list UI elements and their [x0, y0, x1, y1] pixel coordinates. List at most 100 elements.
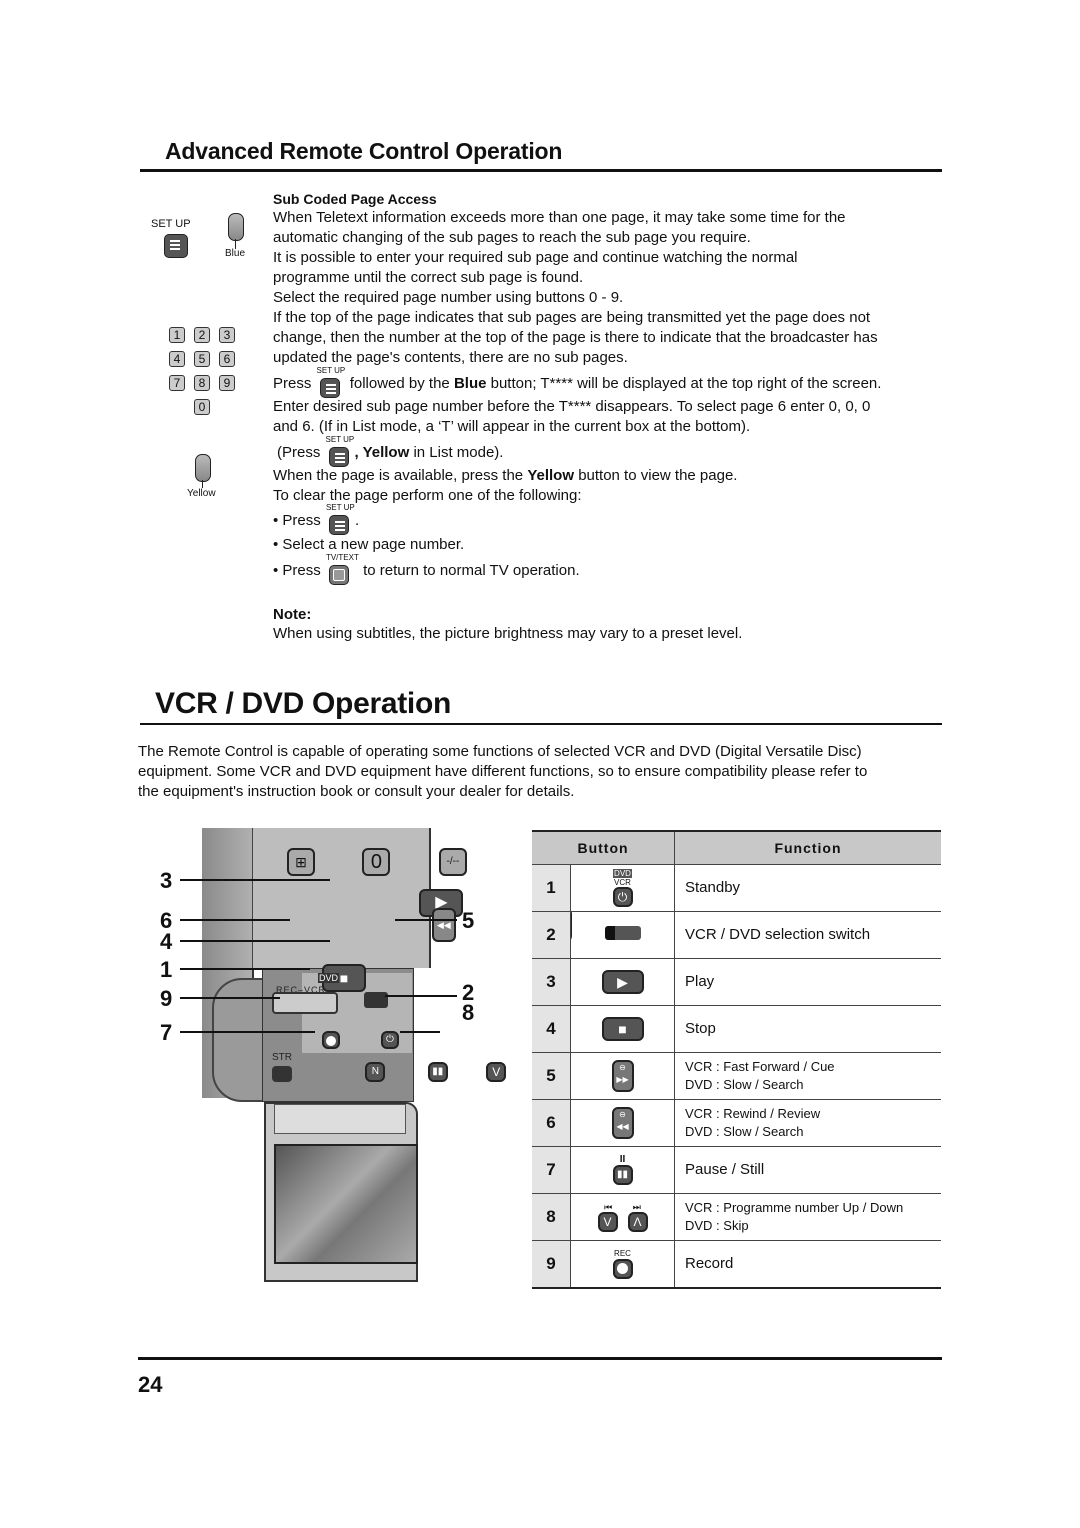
- table-row: 7 II ▮▮ Pause / Still: [532, 1146, 941, 1194]
- press-setup-line: Press SET UP followed by the Blue button…: [273, 366, 881, 399]
- intro-line: equipment. Some VCR and DVD equipment ha…: [138, 763, 868, 780]
- table-row: 1 DVD VCR ⏻ Standby: [532, 864, 941, 912]
- remote-standby-button: ⏻: [380, 1031, 399, 1049]
- numkey-9: 9: [219, 375, 235, 391]
- para-line: It is possible to enter your required su…: [273, 249, 798, 266]
- function-line: DVD : Slow / Search: [685, 1077, 804, 1092]
- bullet-item: • Press SET UP.: [273, 503, 360, 536]
- yellow-bold: Yellow: [527, 467, 575, 484]
- numkey-4: 4: [169, 351, 185, 367]
- str-label: STR: [272, 1052, 292, 1063]
- callout-line: [180, 879, 330, 881]
- callout-line: [395, 919, 457, 921]
- bullet-item: • Press TV/TEXT to return to normal TV o…: [273, 553, 580, 586]
- function-text: Play: [674, 958, 941, 1006]
- table-row: 8 ⏮ ⏭ VΛ VCR : Programme number Up / Dow…: [532, 1193, 941, 1241]
- callout-8: 8: [462, 1000, 475, 1025]
- text: • Press: [273, 562, 321, 579]
- text: When the page is available, press the: [273, 467, 524, 484]
- setup-button-icon: [328, 447, 349, 468]
- subheading: Sub Coded Page Access: [273, 191, 437, 207]
- section-title-vcr-dvd: VCR / DVD Operation: [155, 687, 451, 720]
- record-icon: REC: [570, 1240, 675, 1289]
- blue-button-icon: [228, 213, 244, 241]
- function-text: VCR : Rewind / Review DVD : Slow / Search: [674, 1099, 941, 1147]
- numkey-5: 5: [194, 351, 210, 367]
- remote-pause-button: ▮▮: [427, 1062, 448, 1082]
- yellow-bold: , Yellow: [354, 444, 410, 461]
- list-mode-line: (Press SET UP, Yellow in List mode).: [277, 435, 504, 468]
- text: in List mode).: [413, 444, 504, 461]
- setup-button-icon: [328, 515, 349, 536]
- row-number: 5: [532, 1052, 571, 1100]
- remote-record-button: [322, 1031, 341, 1049]
- remote-rewind-button: ◀◀: [431, 908, 456, 942]
- callout-7: 7: [160, 1020, 173, 1045]
- skip-icon: ⏮ ⏭ VΛ: [570, 1193, 675, 1241]
- function-text: Stop: [674, 1005, 941, 1053]
- callout-line: [400, 1031, 440, 1033]
- numkey-8: 8: [194, 375, 210, 391]
- row-number: 9: [532, 1240, 571, 1289]
- remote-illustration: ⊞ 0 -/-- ▶ ◀◀ ▶▶ ■ REC–VCR DVD ⏻ N ▮▮ V …: [202, 828, 573, 1282]
- row-number: 3: [532, 958, 571, 1006]
- page-number: 24: [138, 1372, 163, 1397]
- remote-hinge: [274, 1104, 406, 1134]
- numkey-0: 0: [194, 399, 210, 415]
- selection-switch-icon: [570, 911, 675, 959]
- table-row: 3 ▶ Play: [532, 958, 941, 1006]
- setup-button-icon: [164, 234, 188, 258]
- callout-5: 5: [462, 908, 475, 933]
- text: Press: [273, 375, 312, 392]
- function-line: VCR : Rewind / Review: [685, 1106, 821, 1121]
- para-line: When Teletext information exceeds more t…: [273, 209, 846, 226]
- zero-button: 0: [362, 848, 391, 876]
- para-line: change, then the number at the top of th…: [273, 329, 878, 346]
- remote-down-button: V: [486, 1062, 507, 1082]
- callout-line: [180, 968, 310, 970]
- callout-line: [180, 919, 290, 921]
- callout-line: [180, 997, 280, 999]
- tvtext-inline: TV/TEXT: [326, 553, 359, 586]
- callout-line: [180, 1031, 315, 1033]
- callout-line: [385, 995, 457, 997]
- play-icon: ▶: [570, 958, 675, 1006]
- yellow-button-icon: [195, 454, 211, 482]
- row-number: 7: [532, 1146, 571, 1194]
- bullet-item: • Select a new page number.: [273, 536, 465, 553]
- callout-3: 3: [160, 868, 173, 893]
- remote-str-button: [272, 1066, 292, 1082]
- row-number: 1: [532, 864, 571, 912]
- table-row: 4 ■ Stop: [532, 1005, 941, 1053]
- tvtext-button-icon: [328, 565, 349, 586]
- para-line: If the top of the page indicates that su…: [273, 309, 871, 326]
- numkey-7: 7: [169, 375, 185, 391]
- fast-forward-icon: ⊖ ▶▶: [570, 1052, 675, 1100]
- dash-button: -/--: [438, 848, 467, 876]
- setup-button-icon: [319, 378, 340, 399]
- pause-icon: II ▮▮: [570, 1146, 675, 1194]
- text: (Press: [277, 444, 321, 461]
- enter-line: Enter desired sub page number before the…: [273, 398, 871, 415]
- text: .: [354, 512, 360, 529]
- pause-label: II: [619, 1154, 626, 1165]
- table-row: 5 ⊖ ▶▶ VCR : Fast Forward / Cue DVD : Slow…: [532, 1052, 941, 1100]
- text: to return to normal TV operation.: [363, 562, 580, 579]
- function-line: VCR : Programme number Up / Down: [685, 1200, 904, 1215]
- function-text: Standby: [674, 864, 941, 912]
- para-line: programme until the correct sub page is …: [273, 269, 584, 286]
- para-line: Select the required page number using bu…: [273, 289, 624, 306]
- para-line: automatic changing of the sub pages to r…: [273, 229, 751, 246]
- rewind-icon: ⊖ ◀◀: [570, 1099, 675, 1147]
- title-rule: [140, 169, 942, 172]
- row-number: 4: [532, 1005, 571, 1053]
- screen-plus-button: ⊞: [287, 848, 315, 876]
- function-text: VCR : Fast Forward / Cue DVD : Slow / Sea…: [674, 1052, 941, 1100]
- table-row: 9 REC Record: [532, 1240, 941, 1289]
- setup-label: SET UP: [151, 218, 191, 230]
- rec-label: REC: [614, 1249, 631, 1258]
- numkey-6: 6: [219, 351, 235, 367]
- numkey-3: 3: [219, 327, 235, 343]
- header-function: Function: [674, 830, 941, 865]
- blue-bold: Blue: [453, 375, 487, 392]
